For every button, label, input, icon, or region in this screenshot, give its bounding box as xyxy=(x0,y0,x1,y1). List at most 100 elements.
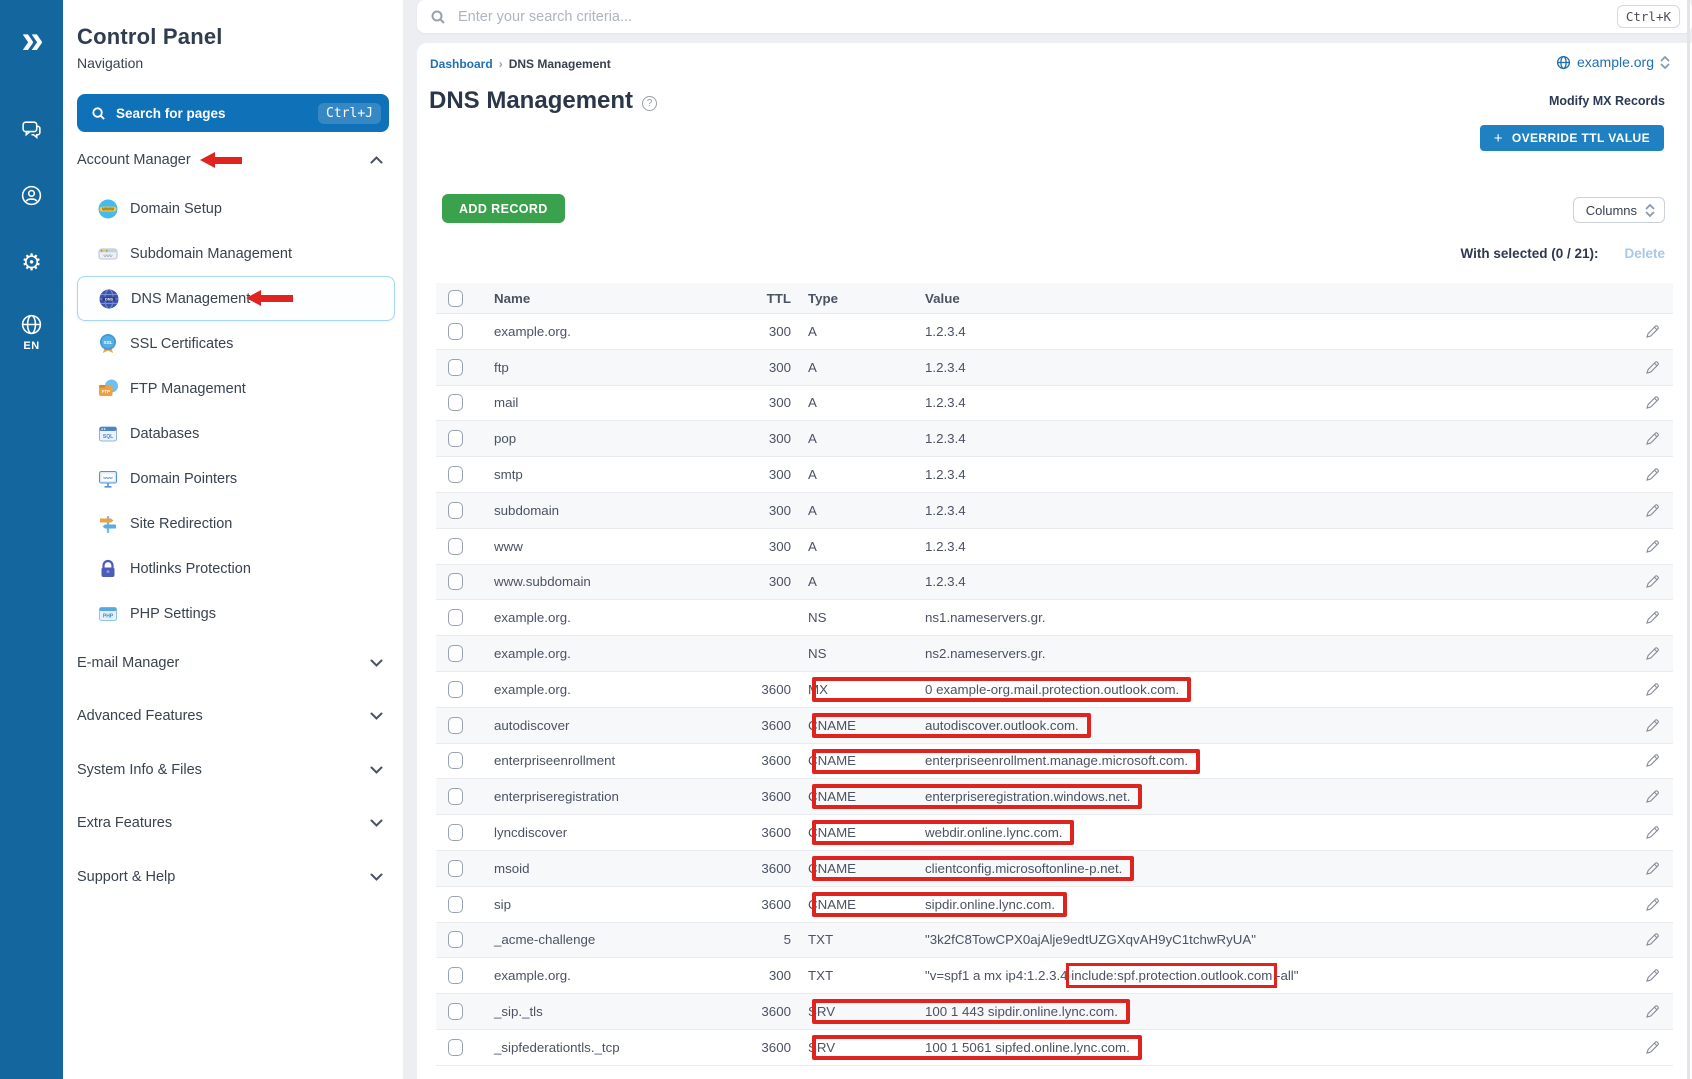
record-name: www xyxy=(494,539,741,554)
table-row: autodiscover3600CNAMEautodiscover.outloo… xyxy=(436,708,1673,744)
sidebar-item-ftp-management[interactable]: FTPFTP Management xyxy=(77,366,395,411)
edit-pencil-icon[interactable] xyxy=(1631,1003,1673,1020)
row-checkbox[interactable] xyxy=(448,860,463,877)
edit-pencil-icon[interactable] xyxy=(1631,323,1673,340)
row-checkbox[interactable] xyxy=(448,931,463,948)
edit-pencil-icon[interactable] xyxy=(1631,824,1673,841)
override-ttl-button[interactable]: + OVERRIDE TTL VALUE xyxy=(1480,125,1664,151)
row-checkbox[interactable] xyxy=(448,788,463,805)
edit-pencil-icon[interactable] xyxy=(1631,967,1673,984)
language-globe-icon[interactable] xyxy=(0,313,63,336)
edit-pencil-icon[interactable] xyxy=(1631,681,1673,698)
columns-dropdown[interactable]: Columns xyxy=(1573,197,1665,223)
subdomain-icon: www xyxy=(97,243,119,265)
sidebar-section-extra-features[interactable]: Extra Features xyxy=(77,797,389,851)
row-checkbox[interactable] xyxy=(448,717,463,734)
edit-pencil-icon[interactable] xyxy=(1631,645,1673,662)
row-checkbox[interactable] xyxy=(448,573,463,590)
record-name: _sipfederationtls._tcp xyxy=(494,1040,741,1055)
edit-pencil-icon[interactable] xyxy=(1631,860,1673,877)
app-logo-icon[interactable]: » xyxy=(0,14,63,66)
svg-text:PHP: PHP xyxy=(103,613,114,619)
sidebar-item-label: Domain Pointers xyxy=(130,471,237,487)
record-ttl: 300 xyxy=(741,360,791,375)
icon-rail: » ⚙ EN xyxy=(0,0,63,1079)
global-search-input[interactable] xyxy=(458,9,1617,25)
table-row: msoid3600CNAMEclientconfig.microsoftonli… xyxy=(436,851,1673,887)
record-type: NS xyxy=(791,646,925,661)
breadcrumb-dashboard-link[interactable]: Dashboard xyxy=(430,57,493,71)
chat-icon[interactable] xyxy=(0,118,63,141)
sidebar-item-dns-management[interactable]: DNSDNS Management xyxy=(77,276,395,321)
sidebar-item-site-redirection[interactable]: Site Redirection xyxy=(77,501,395,546)
table-row: _sipfederationtls._tcp3600SRV100 1 5061 … xyxy=(436,1030,1673,1066)
edit-pencil-icon[interactable] xyxy=(1631,359,1673,376)
edit-pencil-icon[interactable] xyxy=(1631,1039,1673,1056)
table-row: _sip._tls3600SRV100 1 443 sipdir.online.… xyxy=(436,994,1673,1030)
row-checkbox[interactable] xyxy=(448,609,463,626)
sidebar-section-support-help[interactable]: Support & Help xyxy=(77,850,389,904)
sidebar-section-account-manager[interactable]: Account Manager xyxy=(77,149,389,171)
row-checkbox[interactable] xyxy=(448,752,463,769)
help-icon[interactable]: ? xyxy=(642,96,657,111)
edit-pencil-icon[interactable] xyxy=(1631,931,1673,948)
add-record-button[interactable]: ADD RECORD xyxy=(442,194,565,223)
edit-pencil-icon[interactable] xyxy=(1631,538,1673,555)
sidebar-search-button[interactable]: Search for pages Ctrl+J xyxy=(77,94,389,132)
row-checkbox[interactable] xyxy=(448,681,463,698)
row-checkbox[interactable] xyxy=(448,394,463,411)
sidebar-item-domain-setup[interactable]: WWWDomain Setup xyxy=(77,186,395,231)
row-checkbox[interactable] xyxy=(448,323,463,340)
table-row: pop300A1.2.3.4 xyxy=(436,421,1673,457)
row-checkbox[interactable] xyxy=(448,896,463,913)
edit-pencil-icon[interactable] xyxy=(1631,788,1673,805)
row-checkbox[interactable] xyxy=(448,645,463,662)
edit-pencil-icon[interactable] xyxy=(1631,394,1673,411)
row-checkbox[interactable] xyxy=(448,1039,463,1056)
row-checkbox[interactable] xyxy=(448,538,463,555)
edit-pencil-icon[interactable] xyxy=(1631,609,1673,626)
record-ttl: 300 xyxy=(741,324,791,339)
row-checkbox[interactable] xyxy=(448,1003,463,1020)
row-checkbox[interactable] xyxy=(448,466,463,483)
record-name: example.org. xyxy=(494,682,741,697)
column-header-value: Value xyxy=(925,291,1631,306)
edit-pencil-icon[interactable] xyxy=(1631,896,1673,913)
sidebar-section-advanced-features[interactable]: Advanced Features xyxy=(77,690,389,744)
scrollbar[interactable] xyxy=(1687,0,1690,1079)
domain-selector[interactable]: example.org xyxy=(1556,54,1670,70)
record-ttl: 3600 xyxy=(741,789,791,804)
record-ttl: 3600 xyxy=(741,753,791,768)
edit-pencil-icon[interactable] xyxy=(1631,573,1673,590)
edit-pencil-icon[interactable] xyxy=(1631,717,1673,734)
sidebar-item-subdomain-management[interactable]: wwwSubdomain Management xyxy=(77,231,395,276)
breadcrumb-separator: › xyxy=(499,57,503,71)
sidebar-section-system-info-files[interactable]: System Info & Files xyxy=(77,743,389,797)
settings-gear-icon[interactable]: ⚙ xyxy=(0,251,63,274)
sidebar-section-e-mail-manager[interactable]: E-mail Manager xyxy=(77,636,389,690)
record-type: A xyxy=(791,503,925,518)
row-checkbox[interactable] xyxy=(448,359,463,376)
delete-button[interactable]: Delete xyxy=(1624,246,1665,261)
row-checkbox[interactable] xyxy=(448,967,463,984)
sidebar-item-ssl-certificates[interactable]: SSLSSL Certificates xyxy=(77,321,395,366)
edit-pencil-icon[interactable] xyxy=(1631,466,1673,483)
edit-pencil-icon[interactable] xyxy=(1631,502,1673,519)
sidebar-item-domain-pointers[interactable]: wwwDomain Pointers xyxy=(77,456,395,501)
sidebar-item-hotlinks-protection[interactable]: Hotlinks Protection xyxy=(77,546,395,591)
record-type: SRV xyxy=(791,1040,925,1055)
record-ttl: 300 xyxy=(741,503,791,518)
record-name: msoid xyxy=(494,861,741,876)
row-checkbox[interactable] xyxy=(448,502,463,519)
edit-pencil-icon[interactable] xyxy=(1631,752,1673,769)
edit-pencil-icon[interactable] xyxy=(1631,430,1673,447)
select-all-checkbox[interactable] xyxy=(448,290,463,307)
record-value: sipdir.online.lync.com. xyxy=(925,897,1055,912)
row-checkbox[interactable] xyxy=(448,824,463,841)
sidebar-item-php-settings[interactable]: PHPPHP Settings xyxy=(77,591,395,636)
account-icon[interactable] xyxy=(0,184,63,207)
modify-mx-records-link[interactable]: Modify MX Records xyxy=(1549,94,1665,108)
chevron-down-icon xyxy=(370,708,383,724)
row-checkbox[interactable] xyxy=(448,430,463,447)
sidebar-item-databases[interactable]: SQLDatabases xyxy=(77,411,395,456)
